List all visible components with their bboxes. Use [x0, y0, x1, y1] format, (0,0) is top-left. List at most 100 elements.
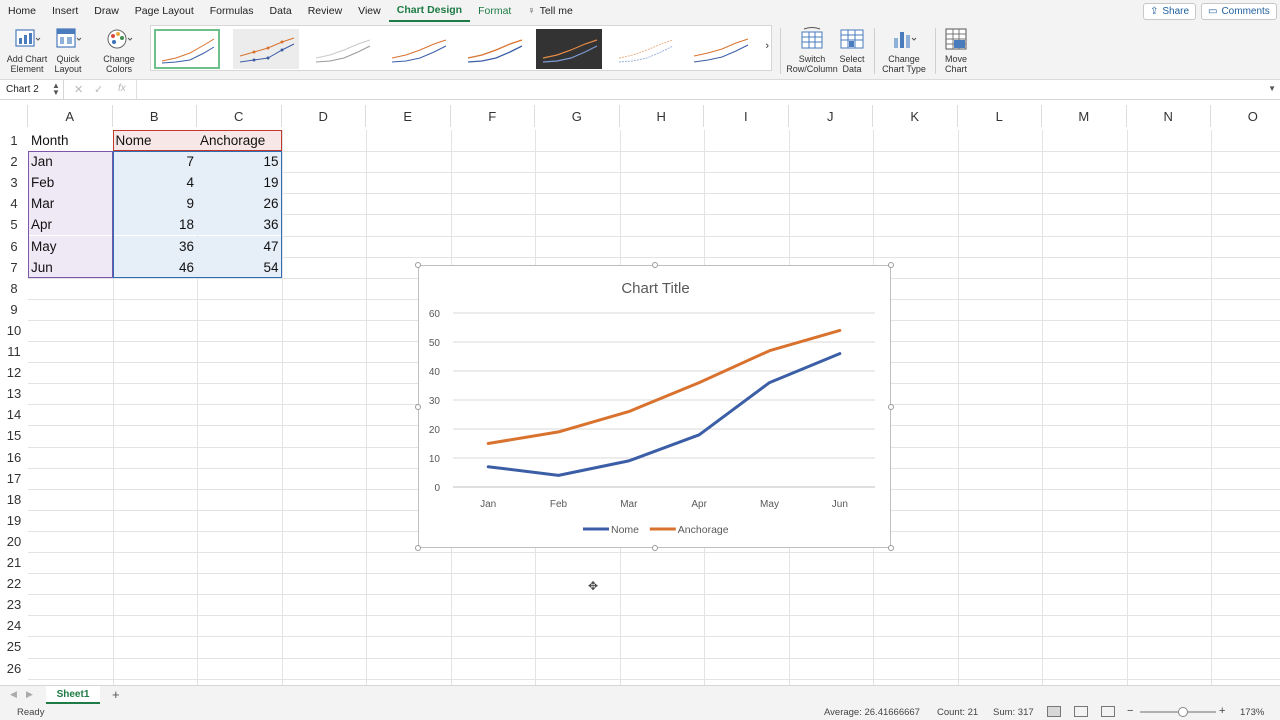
- resize-handle[interactable]: [415, 403, 421, 410]
- menu-tab-view[interactable]: View: [350, 0, 389, 22]
- enter-icon[interactable]: ✓: [94, 83, 103, 96]
- cell-c3[interactable]: 19: [197, 172, 282, 194]
- menu-tab-review[interactable]: Review: [300, 0, 350, 22]
- column-header-l[interactable]: L: [958, 105, 1042, 127]
- cell-c2[interactable]: 15: [197, 151, 282, 173]
- cell-b7[interactable]: 46: [112, 256, 197, 278]
- row-header-18[interactable]: 18: [0, 489, 28, 510]
- resize-handle[interactable]: [888, 545, 894, 551]
- change-chart-type-button[interactable]: Change Chart Type: [880, 26, 928, 74]
- insert-function-icon[interactable]: fx: [118, 83, 126, 94]
- chart-style-2[interactable]: [233, 29, 299, 69]
- row-header-15[interactable]: 15: [0, 425, 28, 446]
- tell-me-search[interactable]: ♀ Tell me: [519, 0, 581, 22]
- comments-button[interactable]: ▭ Comments: [1201, 3, 1277, 20]
- menu-tab-insert[interactable]: Insert: [44, 0, 86, 22]
- menu-tab-home[interactable]: Home: [0, 0, 44, 22]
- row-header-9[interactable]: 9: [0, 299, 28, 320]
- menu-tab-data[interactable]: Data: [262, 0, 300, 22]
- cell-a1[interactable]: Month: [28, 130, 113, 151]
- row-header-23[interactable]: 23: [0, 594, 28, 615]
- resize-handle[interactable]: [888, 262, 894, 268]
- menu-tab-chart-design[interactable]: Chart Design: [388, 0, 471, 22]
- row-header-5[interactable]: 5: [0, 214, 28, 235]
- switch-row-column-button[interactable]: Switch Row/Column: [786, 26, 838, 74]
- cell-b1[interactable]: Nome: [112, 130, 197, 151]
- cell-c5[interactable]: 36: [197, 214, 282, 236]
- cell-a7[interactable]: Jun: [28, 256, 113, 278]
- move-chart-button[interactable]: Move Chart: [940, 26, 972, 74]
- share-button[interactable]: ⇪ Share: [1143, 3, 1197, 20]
- column-header-n[interactable]: N: [1127, 105, 1211, 127]
- zoom-in-button[interactable]: +: [1219, 705, 1225, 717]
- row-header-6[interactable]: 6: [0, 236, 28, 257]
- row-header-4[interactable]: 4: [0, 193, 28, 214]
- row-header-24[interactable]: 24: [0, 615, 28, 636]
- line-chart[interactable]: Chart Title 0 10 20 30 40 50 60 Jan Feb Mar Apr May J…: [418, 265, 891, 548]
- row-header-1[interactable]: 1: [0, 130, 28, 151]
- column-header-b[interactable]: B: [113, 105, 197, 127]
- page-layout-view-icon[interactable]: [1074, 706, 1088, 717]
- row-header-3[interactable]: 3: [0, 172, 28, 193]
- sheet-tab[interactable]: Sheet1: [46, 686, 100, 704]
- gallery-next-icon[interactable]: ›: [765, 40, 769, 52]
- zoom-out-button[interactable]: −: [1127, 705, 1133, 717]
- row-header-16[interactable]: 16: [0, 447, 28, 468]
- cell-b6[interactable]: 36: [112, 235, 197, 257]
- row-header-17[interactable]: 17: [0, 468, 28, 489]
- row-header-20[interactable]: 20: [0, 531, 28, 552]
- row-header-2[interactable]: 2: [0, 151, 28, 172]
- expand-formula-icon[interactable]: ▼: [1268, 84, 1276, 93]
- add-chart-element-button[interactable]: Add Chart Element: [4, 26, 50, 74]
- cell-b2[interactable]: 7: [112, 151, 197, 173]
- zoom-slider-handle[interactable]: [1178, 707, 1188, 717]
- cell-c6[interactable]: 47: [197, 235, 282, 257]
- normal-view-icon[interactable]: [1047, 706, 1061, 717]
- cancel-icon[interactable]: ✕: [74, 83, 83, 96]
- resize-handle[interactable]: [888, 403, 894, 410]
- select-data-button[interactable]: Select Data: [836, 26, 868, 74]
- row-header-25[interactable]: 25: [0, 636, 28, 657]
- chart-style-1[interactable]: [154, 29, 220, 69]
- chart-style-3[interactable]: [309, 29, 375, 69]
- chart-style-6[interactable]: [536, 29, 602, 69]
- cell-a5[interactable]: Apr: [28, 214, 113, 236]
- row-header-7[interactable]: 7: [0, 257, 28, 278]
- name-box-stepper-icon[interactable]: ▲ ▼: [52, 82, 60, 97]
- row-header-8[interactable]: 8: [0, 278, 28, 299]
- cell-c7[interactable]: 54: [197, 256, 282, 278]
- column-header-d[interactable]: D: [282, 105, 366, 127]
- row-header-12[interactable]: 12: [0, 362, 28, 383]
- column-header-f[interactable]: F: [451, 105, 535, 127]
- next-sheet-icon[interactable]: ▶: [26, 689, 33, 700]
- row-header-13[interactable]: 13: [0, 383, 28, 404]
- column-header-h[interactable]: H: [620, 105, 704, 127]
- chart-style-7[interactable]: [612, 29, 678, 69]
- column-header-m[interactable]: M: [1042, 105, 1127, 127]
- column-header-k[interactable]: K: [873, 105, 958, 127]
- row-header-22[interactable]: 22: [0, 573, 28, 594]
- cell-a2[interactable]: Jan: [28, 151, 113, 173]
- chart-style-8[interactable]: [687, 29, 753, 69]
- page-break-view-icon[interactable]: [1101, 706, 1115, 717]
- formula-input[interactable]: [136, 80, 1266, 99]
- cell-b5[interactable]: 18: [112, 214, 197, 236]
- menu-tab-formulas[interactable]: Formulas: [202, 0, 262, 22]
- column-header-e[interactable]: E: [366, 105, 451, 127]
- chart-style-4[interactable]: [385, 29, 451, 69]
- row-header-11[interactable]: 11: [0, 341, 28, 362]
- cell-b4[interactable]: 9: [112, 193, 197, 215]
- row-header-10[interactable]: 10: [0, 320, 28, 341]
- menu-tab-draw[interactable]: Draw: [86, 0, 127, 22]
- cell-a3[interactable]: Feb: [28, 172, 113, 194]
- row-header-14[interactable]: 14: [0, 404, 28, 425]
- chart-style-5[interactable]: [461, 29, 527, 69]
- resize-handle[interactable]: [415, 262, 421, 268]
- change-colors-button[interactable]: Change Colors: [100, 26, 138, 74]
- column-header-c[interactable]: C: [197, 105, 282, 127]
- column-header-i[interactable]: I: [704, 105, 789, 127]
- cell-a4[interactable]: Mar: [28, 193, 113, 215]
- row-header-26[interactable]: 26: [0, 658, 28, 679]
- menu-tab-page-layout[interactable]: Page Layout: [127, 0, 202, 22]
- cell-a6[interactable]: May: [28, 235, 113, 257]
